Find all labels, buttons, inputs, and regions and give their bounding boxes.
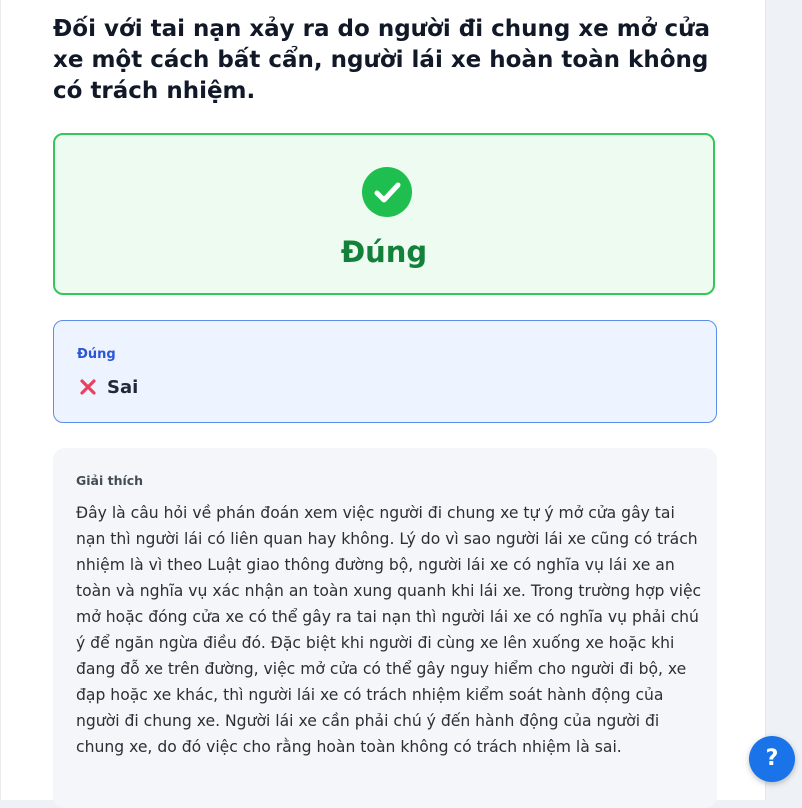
cross-icon [80,379,96,395]
explanation-title: Giải thích [76,473,144,488]
answer-card: Đúng Sai [53,320,717,423]
check-circle-icon [362,167,412,217]
explanation-text: Đây là câu hỏi về phán đoán xem việc ngư… [76,504,702,756]
explanation-card: Giải thích Đây là câu hỏi về phán đoán x… [53,448,717,808]
question-text: Đối với tai nạn xảy ra do người đi chung… [53,16,711,104]
user-answer: Sai [79,375,138,399]
correct-answer-label: Đúng [77,347,116,362]
content-panel: Đối với tai nạn xảy ra do người đi chung… [0,0,766,808]
result-card: Đúng [53,133,715,295]
help-button[interactable]: ? [749,736,795,782]
result-label: Đúng [340,235,428,269]
user-answer-label: Sai [107,376,139,398]
divider [0,0,1,800]
